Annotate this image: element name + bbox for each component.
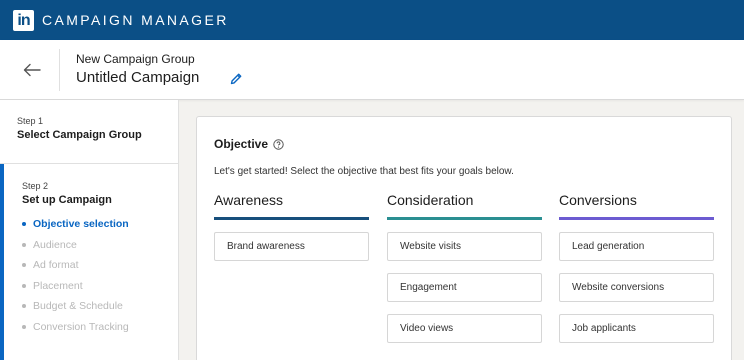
step-1[interactable]: Step 1 Select Campaign Group [0,100,178,164]
option-brand-awareness[interactable]: Brand awareness [214,232,369,261]
substep-label: Conversion Tracking [33,320,129,333]
substep-label: Budget & Schedule [33,300,123,313]
arrow-left-icon [23,63,41,77]
campaign-group-label: New Campaign Group [76,52,195,66]
linkedin-logo-icon[interactable]: in [13,9,34,31]
substep-conversion-tracking: Conversion Tracking [22,317,178,338]
steps-sidebar: Step 1 Select Campaign Group Step 2 Set … [0,100,179,360]
substep-label: Audience [33,238,77,251]
objective-description: Let's get started! Select the objective … [214,166,514,177]
substep-audience: Audience [22,235,178,256]
column-heading: Conversions [559,192,637,208]
substep-placement: Placement [22,276,178,297]
column-underline [214,217,369,220]
bullet-icon [22,222,26,227]
substep-label: Objective selection [33,218,129,231]
column-heading: Consideration [387,192,474,208]
help-circle-icon[interactable] [273,138,284,150]
substep-label: Ad format [33,259,79,272]
column-awareness: Awareness Brand awareness [214,192,369,261]
substep-budget-schedule: Budget & Schedule [22,296,178,317]
objective-card: Objective Let's get started! Select the … [196,116,732,360]
column-conversions: Conversions Lead generation Website conv… [559,192,714,343]
step-2: Step 2 Set up Campaign Objective selecti… [0,164,178,360]
option-engagement[interactable]: Engagement [387,273,542,302]
option-website-visits[interactable]: Website visits [387,232,542,261]
substep-ad-format: Ad format [22,255,178,276]
substep-objective-selection[interactable]: Objective selection [22,214,178,235]
bullet-icon [22,242,26,247]
header-divider [59,49,60,91]
substep-list: Objective selection Audience Ad format P… [22,214,178,337]
edit-pencil-icon[interactable] [229,72,243,86]
back-button[interactable] [18,56,46,84]
top-bar: in CAMPAIGN MANAGER [0,0,744,40]
option-website-conversions[interactable]: Website conversions [559,273,714,302]
campaign-name: Untitled Campaign [76,69,200,86]
option-lead-generation[interactable]: Lead generation [559,232,714,261]
bullet-icon [22,283,26,288]
bullet-icon [22,263,26,268]
option-video-views[interactable]: Video views [387,314,542,343]
objective-title: Objective [214,137,269,151]
bullet-icon [22,304,26,309]
option-job-applicants[interactable]: Job applicants [559,314,714,343]
active-step-indicator [0,164,4,360]
bullet-icon [22,324,26,329]
app-title: CAMPAIGN MANAGER [42,12,229,28]
step-1-title: Select Campaign Group [17,129,142,141]
step-2-label: Step 2 [22,181,49,191]
step-1-label: Step 1 [17,116,44,126]
objective-heading: Objective [214,137,284,151]
column-underline [559,217,714,220]
column-underline [387,217,542,220]
column-consideration: Consideration Website visits Engagement … [387,192,542,343]
column-heading: Awareness [214,192,284,208]
step-2-title: Set up Campaign [22,194,112,206]
page-header: New Campaign Group Untitled Campaign [0,40,744,100]
substep-label: Placement [33,279,83,292]
